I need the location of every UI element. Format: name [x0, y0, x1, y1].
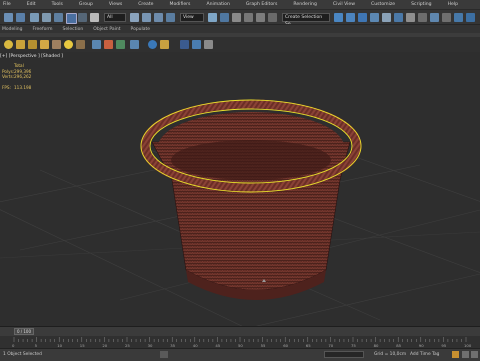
menu-tools[interactable]: Tools [52, 2, 63, 7]
bone-icon[interactable] [130, 40, 139, 49]
light-icon[interactable] [40, 40, 49, 49]
render-production-icon[interactable] [442, 13, 451, 22]
tab-modeling[interactable]: Modeling [2, 27, 22, 32]
spacing-icon[interactable] [160, 40, 169, 49]
trackbar[interactable]: 0 5 10 15 20 25 30 35 40 45 50 55 60 65 70 75 80 85 90 95 10… [0, 336, 480, 348]
menu-modifiers[interactable]: Modifiers [169, 2, 190, 7]
trackbar-ruler: 0 5 10 15 20 25 30 35 40 45 50 55 60 65 70 75 80 85 90 95 10… [12, 337, 472, 348]
mirror-icon[interactable] [334, 13, 343, 22]
tab-selection[interactable]: Selection [63, 27, 84, 32]
light-bulb-icon[interactable] [4, 40, 13, 49]
menu-create[interactable]: Create [138, 2, 153, 7]
space-warp-icon[interactable] [92, 40, 101, 49]
menu-help[interactable]: Help [448, 2, 458, 7]
coordinate-fields[interactable] [324, 351, 364, 358]
time-slider[interactable]: 0 / 100 [14, 328, 34, 335]
particle-icon[interactable] [116, 40, 125, 49]
material-editor-icon[interactable] [406, 13, 415, 22]
play-icon[interactable] [462, 351, 469, 358]
menu-scripting[interactable]: Scripting [411, 2, 431, 7]
menu-rendering[interactable]: Rendering [293, 2, 316, 7]
snaps-toggle-icon[interactable] [232, 13, 241, 22]
select-object-icon[interactable] [66, 13, 77, 24]
perspective-viewport[interactable]: [+] [Perspective ] [Shaded ] Total Polys… [0, 52, 480, 326]
scale-icon[interactable] [154, 13, 163, 22]
camera-icon[interactable] [52, 40, 61, 49]
status-bar: 1 Object Selected Grid = 10,0cm Add Time… [0, 348, 480, 361]
menu-civil-view[interactable]: Civil View [333, 2, 355, 7]
angle-snap-icon[interactable] [244, 13, 253, 22]
viewport-scene [0, 99, 480, 326]
auto-key-icon[interactable] [452, 351, 459, 358]
named-selection-set-dropdown[interactable]: Create Selection Se [282, 13, 330, 27]
curve-editor-icon[interactable] [382, 13, 391, 22]
render-activeshade-icon[interactable] [454, 13, 463, 22]
select-by-name-icon[interactable] [78, 13, 87, 22]
select-and-manipulate-icon[interactable] [220, 13, 229, 22]
place-icon[interactable] [166, 13, 175, 22]
undo-icon[interactable] [4, 13, 13, 22]
align-icon[interactable] [346, 13, 355, 22]
add-time-tag[interactable]: Add Time Tag [410, 352, 439, 357]
lock-selection-icon[interactable] [160, 351, 168, 358]
pivot-center-icon[interactable] [208, 13, 217, 22]
viewport-toolbar [0, 37, 480, 52]
menu-customize[interactable]: Customize [371, 2, 395, 7]
helper-icon[interactable] [76, 40, 85, 49]
tab-object-paint[interactable]: Object Paint [93, 27, 120, 32]
rectangle-selection-icon[interactable] [90, 13, 99, 22]
link-icon[interactable] [30, 13, 39, 22]
render-setup-icon[interactable] [418, 13, 427, 22]
sphere-icon[interactable] [148, 40, 157, 49]
move-icon[interactable] [130, 13, 139, 22]
basket-inner-shadow [171, 140, 331, 180]
menu-animation[interactable]: Animation [206, 2, 229, 7]
next-frame-icon[interactable] [471, 351, 478, 358]
isolate-icon[interactable] [204, 40, 213, 49]
reference-coordinate-dropdown[interactable]: View [180, 13, 204, 22]
teapot-icon[interactable] [16, 40, 25, 49]
menu-edit[interactable]: Edit [27, 2, 36, 7]
render-cloud-icon[interactable] [466, 13, 475, 22]
edit-named-selection-icon[interactable] [268, 13, 277, 22]
tab-populate[interactable]: Populate [131, 27, 151, 32]
unlink-icon[interactable] [42, 13, 51, 22]
rendered-frame-window-icon[interactable] [430, 13, 439, 22]
group-icon[interactable] [192, 40, 201, 49]
grid-size: Grid = 10,0cm [374, 352, 407, 357]
bind-space-warp-icon[interactable] [54, 13, 63, 22]
rotate-icon[interactable] [142, 13, 151, 22]
redo-icon[interactable] [16, 13, 25, 22]
tab-freeform[interactable]: Freeform [32, 27, 52, 32]
main-toolbar: All View Create Selection Se [0, 9, 480, 27]
menu-bar: File Edit Tools Group Views Create Modif… [0, 0, 480, 9]
menu-views[interactable]: Views [109, 2, 122, 7]
layer-explorer-icon[interactable] [358, 13, 367, 22]
schematic-view-icon[interactable] [394, 13, 403, 22]
selection-filter-dropdown[interactable]: All [104, 13, 126, 22]
status-message: 1 Object Selected [3, 352, 42, 357]
sun-icon[interactable] [64, 40, 73, 49]
xref-icon[interactable] [180, 40, 189, 49]
menu-group[interactable]: Group [79, 2, 93, 7]
percent-snap-icon[interactable] [256, 13, 265, 22]
menu-file[interactable]: File [3, 2, 11, 7]
menu-graph-editors[interactable]: Graph Editors [246, 2, 278, 7]
systems-icon[interactable] [104, 40, 113, 49]
toggle-ribbon-icon[interactable] [370, 13, 379, 22]
shape-icon[interactable] [28, 40, 37, 49]
